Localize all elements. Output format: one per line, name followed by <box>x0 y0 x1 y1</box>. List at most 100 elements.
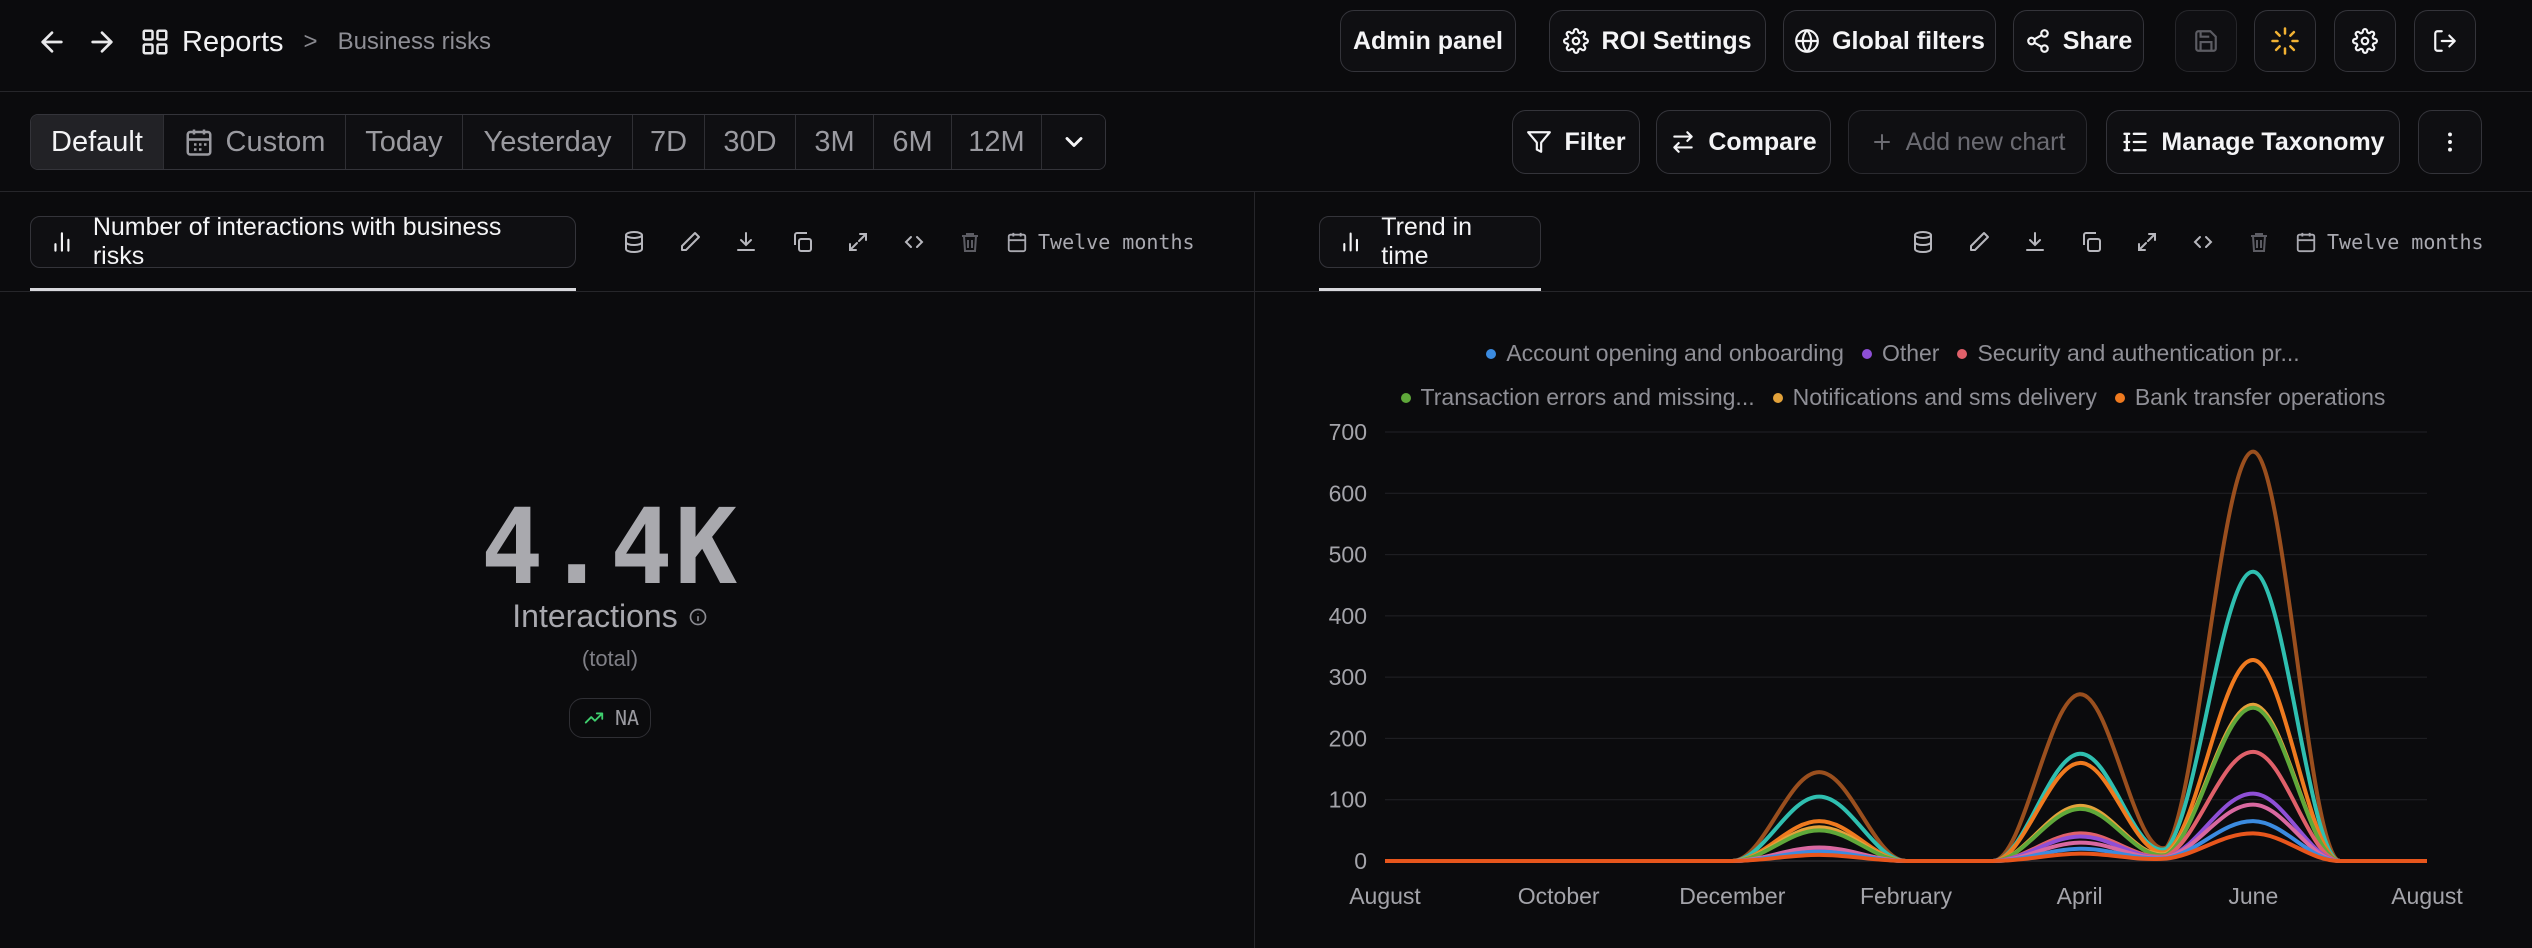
period-label: Twelve months <box>1038 230 1195 254</box>
save-button[interactable] <box>2175 10 2237 72</box>
code-icon <box>904 236 924 248</box>
info-icon[interactable] <box>688 607 708 627</box>
pencil-icon <box>681 232 700 251</box>
download-button[interactable] <box>2007 220 2063 264</box>
range-option-3m[interactable]: 3M <box>796 115 874 169</box>
sparkle-loader-icon <box>2271 27 2299 55</box>
legend-swatch <box>1400 392 1411 403</box>
series-line[interactable] <box>1384 749 2427 864</box>
period-indicator: Twelve months <box>2295 230 2484 254</box>
funnel-icon <box>1527 131 1552 153</box>
add-new-chart-button[interactable]: Add new chart <box>1848 110 2087 174</box>
breadcrumb-separator: > <box>303 28 318 55</box>
range-option-12m[interactable]: 12M <box>952 115 1042 169</box>
edit-chart-button[interactable] <box>662 220 718 264</box>
range-option-6m[interactable]: 6M <box>874 115 952 169</box>
manage-taxonomy-button[interactable]: Manage Taxonomy <box>2106 110 2400 174</box>
expand-button[interactable] <box>830 220 886 264</box>
more-vertical-icon <box>2448 132 2452 152</box>
y-tick-label: 200 <box>1329 725 1367 751</box>
series-line[interactable] <box>1384 819 2427 864</box>
range-option-custom[interactable]: Custom <box>164 115 346 169</box>
manage-taxonomy-label: Manage Taxonomy <box>2161 127 2385 156</box>
settings-button[interactable] <box>2334 10 2396 72</box>
trash-icon <box>2251 233 2267 252</box>
save-disk-icon <box>2195 30 2217 52</box>
data-source-button[interactable] <box>606 220 662 264</box>
kpi-label: Interactions <box>0 598 1220 635</box>
kpi-value: 4.4K <box>480 486 740 608</box>
range-option-7d[interactable]: 7D <box>633 115 705 169</box>
forward-arrow-icon[interactable] <box>82 22 122 62</box>
more-options-button[interactable] <box>2418 110 2482 174</box>
range-more-dropdown[interactable] <box>1042 115 1105 169</box>
y-tick-label: 400 <box>1329 603 1367 629</box>
compare-button[interactable]: Compare <box>1656 110 1831 174</box>
legend-item[interactable]: Transaction errors and missing... <box>1400 384 1755 411</box>
dashboard-grid-icon <box>142 29 168 55</box>
legend-label: Transaction errors and missing... <box>1420 384 1755 410</box>
top-navigation-bar: Reports > Business risks Admin panel ROI… <box>0 0 2532 92</box>
expand-button[interactable] <box>2119 220 2175 264</box>
database-icon <box>625 231 643 254</box>
download-button[interactable] <box>718 220 774 264</box>
expand-icon <box>849 233 867 251</box>
embed-code-button[interactable] <box>886 220 942 264</box>
legend-item[interactable]: Other <box>1861 340 1940 367</box>
duplicate-button[interactable] <box>2063 220 2119 264</box>
roi-settings-label: ROI Settings <box>1601 26 1752 55</box>
tab-trend-in-time[interactable]: Trend in time <box>1319 213 1541 270</box>
copy-icon <box>794 232 812 252</box>
legend-swatch <box>1486 348 1497 359</box>
expand-icon <box>2138 233 2156 251</box>
trend-badge: NA <box>569 698 651 738</box>
legend-swatch <box>2114 392 2125 403</box>
global-filters-button[interactable]: Global filters <box>1783 10 1996 72</box>
legend-label: Other <box>1881 340 1940 366</box>
pencil-icon <box>1970 232 1989 251</box>
global-filters-label: Global filters <box>1832 26 1985 55</box>
breadcrumb: Reports > Business risks <box>140 22 491 62</box>
calendar-icon <box>2296 232 2316 253</box>
legend-swatch <box>1957 348 1968 359</box>
embed-code-button[interactable] <box>2175 220 2231 264</box>
chevron-down-icon <box>1065 137 1082 147</box>
legend-item[interactable]: Security and authentication pr... <box>1957 340 2300 367</box>
legend-item[interactable]: Notifications and sms delivery <box>1772 384 2097 411</box>
data-source-button[interactable] <box>1895 220 1951 264</box>
duplicate-button[interactable] <box>774 220 830 264</box>
legend-label: Account opening and onboarding <box>1506 340 1844 366</box>
gear-icon <box>2352 28 2378 54</box>
logout-button[interactable] <box>2414 10 2476 72</box>
legend-label: Bank transfer operations <box>2134 384 2386 410</box>
filter-label: Filter <box>1564 127 1626 156</box>
x-tick-label: August <box>2391 883 2463 909</box>
legend-item[interactable]: Bank transfer operations <box>2114 384 2386 411</box>
breadcrumb-reports-link[interactable]: Reports <box>182 26 284 59</box>
series-line[interactable] <box>1384 802 2427 864</box>
roi-settings-button[interactable]: ROI Settings <box>1549 10 1766 72</box>
back-arrow-icon[interactable] <box>32 22 72 62</box>
range-option-30d[interactable]: 30D <box>705 115 796 169</box>
delete-button[interactable] <box>2231 220 2287 264</box>
share-button[interactable]: Share <box>2013 10 2144 72</box>
range-option-yesterday[interactable]: Yesterday <box>463 115 633 169</box>
admin-panel-button[interactable]: Admin panel <box>1340 10 1516 72</box>
filter-button[interactable]: Filter <box>1512 110 1640 174</box>
series-line[interactable] <box>1384 831 2427 864</box>
delete-button[interactable] <box>942 220 998 264</box>
x-tick-label: December <box>1679 883 1785 909</box>
legend-item[interactable]: Account opening and onboarding <box>1486 340 1844 367</box>
period-indicator: Twelve months <box>1006 230 1195 254</box>
trash-icon <box>962 233 978 252</box>
series-line[interactable] <box>1384 569 2427 864</box>
ai-assistant-button[interactable] <box>2254 10 2316 72</box>
share-icon <box>2026 29 2049 53</box>
tab-label: Number of interactions with business ris… <box>92 213 502 270</box>
tab-interactions-business-risks[interactable]: Number of interactions with business ris… <box>30 213 576 270</box>
edit-chart-button[interactable] <box>1951 220 2007 264</box>
range-option-default[interactable]: Default <box>31 115 164 169</box>
x-tick-label: August <box>1349 883 1421 909</box>
legend-swatch <box>1861 348 1872 359</box>
range-option-today[interactable]: Today <box>346 115 463 169</box>
